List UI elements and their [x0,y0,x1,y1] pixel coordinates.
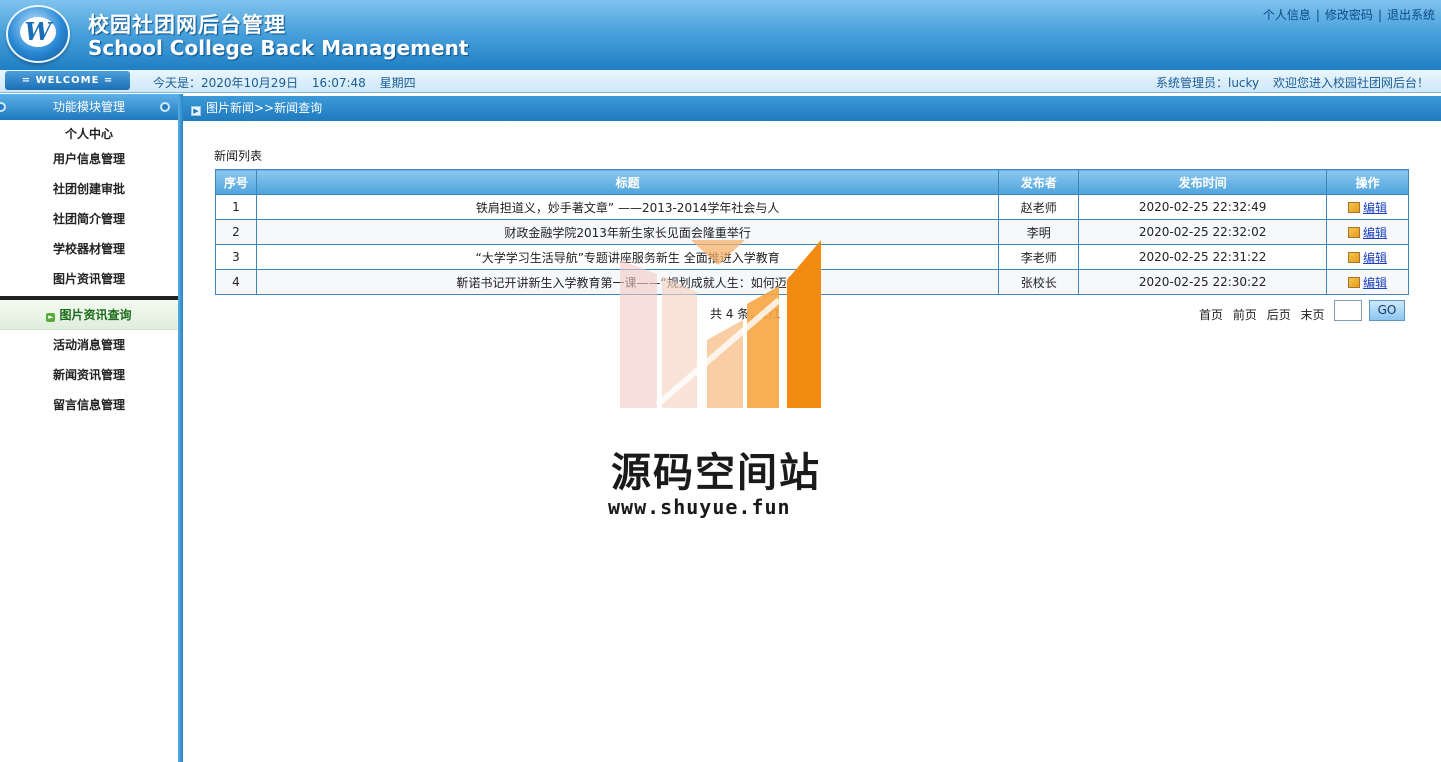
list-title: 新闻列表 [214,149,263,163]
sidebar-item-activity[interactable]: 活动消息管理 [0,330,178,360]
edit-icon[interactable] [1348,276,1360,288]
logo: W [6,5,70,63]
cell-title: 铁肩担道义，妙手著文章” ——2013-2014学年社会与人 [255,194,1000,220]
cell-no: 3 [215,244,257,270]
cell-no: 1 [215,194,257,220]
cell-time: 2020-02-25 22:32:02 [1078,219,1328,245]
sidebar-border [178,94,183,762]
sidebar: 功能模块管理 个人中心 用户信息管理 社团创建审批 社团简介管理 学校器材管理 … [0,94,178,762]
site-title-en: School College Back Management [88,36,469,60]
heading-dot-icon [0,102,6,112]
sidebar-item-club-approval[interactable]: 社团创建审批 [0,174,178,204]
cell-action: 编辑 [1326,244,1409,270]
sidebar-item-user-info[interactable]: 用户信息管理 [0,144,178,174]
col-header-action: 操作 [1326,169,1409,195]
pager-first[interactable]: 首页 [1199,308,1223,322]
welcome-badge: = WELCOME = [5,71,130,90]
pager-last[interactable]: 末页 [1301,308,1325,322]
col-header-author: 发布者 [998,169,1080,195]
info-bar: = WELCOME = 今天是：2020年10月29日 16:07:48 星期四… [0,70,1441,93]
page-number-input[interactable] [1334,300,1362,321]
cell-time: 2020-02-25 22:31:22 [1078,244,1328,270]
sidebar-item-news[interactable]: 新闻资讯管理 [0,360,178,390]
link-profile[interactable]: 个人信息 [1263,8,1311,22]
sidebar-item-messages[interactable]: 留言信息管理 [0,390,178,420]
current-weekday: 星期四 [379,76,416,90]
sidebar-item-picture-query[interactable]: ► 图片资讯查询 [0,300,178,330]
edit-link[interactable]: 编辑 [1363,276,1387,290]
edit-link[interactable]: 编辑 [1363,226,1387,240]
pager-next[interactable]: 后页 [1267,308,1291,322]
link-change-password[interactable]: 修改密码 [1325,8,1373,22]
cell-action: 编辑 [1326,194,1409,220]
col-header-title: 标题 [255,169,1000,195]
cell-no: 2 [215,219,257,245]
cell-author: 李明 [998,219,1080,245]
arrow-right-icon: ► [46,313,56,322]
table-header-row: 序号 标题 发布者 发布时间 操作 [215,169,1409,195]
cell-author: 李老师 [998,244,1080,270]
watermark-name: 源码空间站 [611,450,821,496]
cell-action: 编辑 [1326,269,1409,295]
admin-name: 系统管理员：lucky [1155,76,1260,90]
sidebar-item-personal-center[interactable]: 个人中心 [0,120,178,144]
current-time: 16:07:48 [311,76,366,90]
link-separator: | [1377,8,1382,22]
cell-author: 赵老师 [998,194,1080,220]
sidebar-heading-label: 功能模块管理 [52,100,125,114]
sidebar-item-picture-news[interactable]: 图片资讯管理 [0,264,178,294]
col-header-time: 发布时间 [1078,169,1328,195]
cell-action: 编辑 [1326,219,1409,245]
top-links: 个人信息 | 修改密码 | 退出系统 [1263,6,1435,23]
pager: 首页 前页 后页 末页 [1199,306,1331,323]
breadcrumb-arrow-icon: ▶ [191,106,201,116]
sidebar-item-club-intro[interactable]: 社团简介管理 [0,204,178,234]
sidebar-heading: 功能模块管理 [0,94,178,120]
heading-dot-icon [160,102,170,112]
edit-link[interactable]: 编辑 [1363,251,1387,265]
pager-prev[interactable]: 前页 [1233,308,1257,322]
logo-letter: W [20,17,56,47]
table-row: 1 铁肩担道义，妙手著文章” ——2013-2014学年社会与人 赵老师 202… [215,194,1409,220]
edit-icon[interactable] [1348,201,1360,213]
sidebar-item-equipment[interactable]: 学校器材管理 [0,234,178,264]
breadcrumb: ▶ 图片新闻>>新闻查询 [183,96,1441,121]
edit-icon[interactable] [1348,226,1360,238]
link-separator: | [1315,8,1320,22]
edit-link[interactable]: 编辑 [1363,201,1387,215]
edit-icon[interactable] [1348,251,1360,263]
admin-info: 系统管理员：lucky 欢迎您进入校园社团网后台！ [1146,74,1429,91]
site-title-cn: 校园社团网后台管理 [88,13,286,37]
cell-author: 张校长 [998,269,1080,295]
link-logout[interactable]: 退出系统 [1387,8,1435,22]
watermark-url: www.shuyue.fun [608,495,791,519]
current-date: 今天是：2020年10月29日 [153,76,299,90]
cell-no: 4 [215,269,257,295]
current-datetime: 今天是：2020年10月29日 16:07:48 星期四 [153,74,426,91]
welcome-message: 欢迎您进入校园社团网后台！ [1272,76,1429,90]
go-button[interactable]: GO [1369,300,1405,321]
header: W 校园社团网后台管理 School College Back Manageme… [0,0,1441,70]
sidebar-item-label: 图片资讯查询 [59,308,132,322]
cell-time: 2020-02-25 22:32:49 [1078,194,1328,220]
cell-time: 2020-02-25 22:30:22 [1078,269,1328,295]
watermark-logo [620,240,821,408]
col-header-no: 序号 [215,169,257,195]
breadcrumb-text: 图片新闻>>新闻查询 [206,101,323,115]
